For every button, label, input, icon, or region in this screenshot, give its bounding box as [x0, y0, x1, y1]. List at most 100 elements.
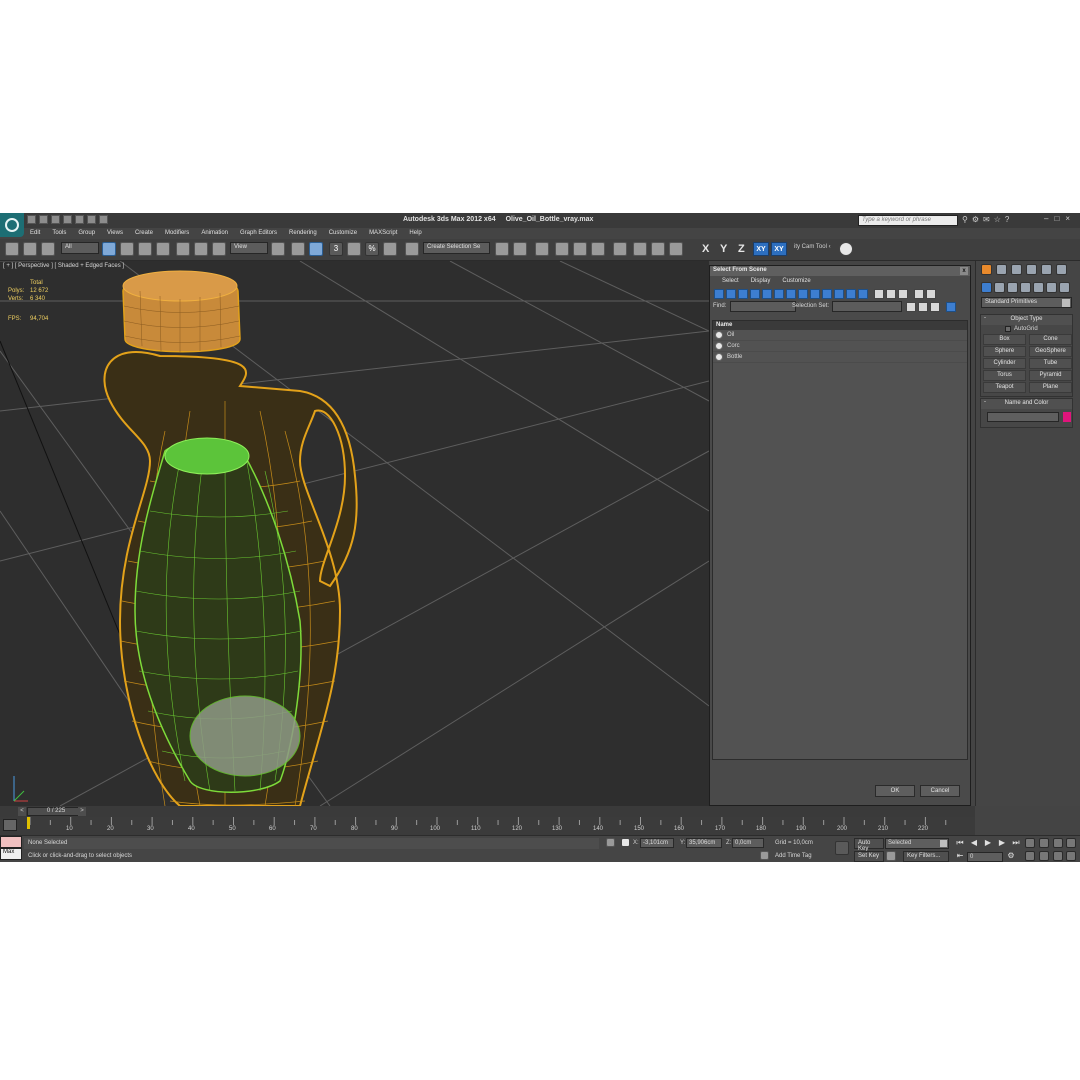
keyboard-shortcut-override-icon[interactable]: [309, 242, 323, 256]
render-setup-icon[interactable]: [633, 242, 647, 256]
modify-tab-icon[interactable]: [996, 264, 1007, 275]
dialog-menu-display[interactable]: Display: [745, 276, 777, 288]
display-geometry-icon[interactable]: [714, 289, 724, 299]
x-coord-field[interactable]: -3,101cm: [640, 838, 674, 848]
snaps-toggle-icon[interactable]: 3: [329, 242, 343, 256]
time-slider-thumb[interactable]: 0 / 225: [27, 807, 85, 816]
graphite-ribbon-icon[interactable]: [555, 242, 569, 256]
autogrid-checkbox[interactable]: AutoGrid: [981, 325, 1072, 333]
perspective-viewport[interactable]: [ + ] [ Perspective ] [ Shaded + Edged F…: [0, 261, 709, 806]
play-icon[interactable]: ▶: [983, 838, 993, 848]
set-key-button[interactable]: Set Key: [854, 851, 884, 862]
display-tab-icon[interactable]: [1041, 264, 1052, 275]
name-column-header[interactable]: Name: [713, 321, 967, 330]
pan-view-icon[interactable]: [1039, 851, 1049, 861]
select-and-manipulate-icon[interactable]: [291, 242, 305, 256]
bind-to-space-warp-icon[interactable]: [41, 242, 55, 256]
selection-filter-dropdown[interactable]: All: [61, 242, 99, 254]
curve-editor-icon[interactable]: [573, 242, 587, 256]
create-tab-icon[interactable]: [981, 264, 992, 275]
undo-icon[interactable]: [63, 215, 72, 224]
dialog-close-button[interactable]: x: [960, 267, 968, 275]
redo-icon[interactable]: [75, 215, 84, 224]
axis-y-button[interactable]: Y: [720, 243, 727, 255]
auto-key-button[interactable]: Auto Key: [854, 838, 884, 852]
z-coord-field[interactable]: 0,0cm: [732, 838, 764, 848]
default-in-out-tangents-icon[interactable]: [886, 851, 896, 861]
reference-coordinate-dropdown[interactable]: View: [230, 242, 268, 254]
open-file-icon[interactable]: [39, 215, 48, 224]
motion-tab-icon[interactable]: [1026, 264, 1037, 275]
current-frame-field[interactable]: 0: [967, 852, 1003, 862]
app-logo-icon[interactable]: [0, 213, 24, 237]
time-configuration-icon[interactable]: ⚙: [1006, 851, 1016, 861]
dialog-menu-select[interactable]: Select: [716, 276, 745, 288]
save-file-icon[interactable]: [51, 215, 60, 224]
track-bar[interactable]: 10 20 30 40 50 60 70 80 90 100 110 120 1…: [0, 817, 975, 835]
scene-object-list[interactable]: Name Oil Corc Bottle: [712, 320, 968, 760]
zoom-icon[interactable]: [1025, 838, 1035, 848]
display-groups-icon[interactable]: [786, 289, 796, 299]
minimize-icon[interactable]: –: [1044, 214, 1054, 223]
find-case-sensitive-icon[interactable]: [946, 302, 956, 312]
new-file-icon[interactable]: [27, 215, 36, 224]
time-slider-next-button[interactable]: >: [78, 807, 86, 816]
primitive-type-dropdown[interactable]: Standard Primitives: [981, 297, 1072, 308]
axis-x-button[interactable]: X: [702, 243, 709, 255]
edit-named-selection-icon[interactable]: [405, 242, 419, 256]
add-to-set-icon[interactable]: [918, 302, 928, 312]
box-button[interactable]: Box: [983, 334, 1026, 345]
listener-input[interactable]: Max: [0, 848, 22, 860]
sync-selection-icon[interactable]: [898, 289, 908, 299]
geometry-category-icon[interactable]: [981, 282, 992, 293]
zoom-extents-icon[interactable]: [1053, 838, 1063, 848]
time-slider[interactable]: < 0 / 225 >: [0, 806, 975, 817]
cylinder-button[interactable]: Cylinder: [983, 358, 1026, 369]
teapot-button[interactable]: Teapot: [983, 382, 1026, 393]
communication-center-icon[interactable]: ✉: [983, 215, 990, 224]
time-tag-icon[interactable]: [760, 851, 769, 860]
dialog-menu-customize[interactable]: Customize: [776, 276, 816, 288]
object-color-swatch[interactable]: [1063, 412, 1071, 422]
align-icon[interactable]: [513, 242, 527, 256]
display-hidden-icon[interactable]: [846, 289, 856, 299]
go-to-end-icon[interactable]: ⏭: [1011, 838, 1021, 848]
viewport-label[interactable]: [ + ] [ Perspective ] [ Shaded + Edged F…: [3, 263, 124, 269]
list-item[interactable]: Corc: [713, 341, 967, 352]
dialog-title-bar[interactable]: Select From Scene x: [710, 266, 970, 276]
axis-z-button[interactable]: Z: [738, 243, 745, 255]
sphere-button[interactable]: Sphere: [983, 346, 1026, 357]
key-filters-button[interactable]: Key Filters...: [903, 851, 949, 862]
select-object-icon[interactable]: [102, 242, 116, 256]
listener-output[interactable]: [0, 836, 22, 848]
mini-curve-editor-icon[interactable]: [3, 819, 17, 831]
render-production-icon[interactable]: [669, 242, 683, 256]
select-and-link-icon[interactable]: [5, 242, 19, 256]
zoom-all-icon[interactable]: [1039, 838, 1049, 848]
display-xrefs-icon[interactable]: [798, 289, 808, 299]
find-input[interactable]: [730, 301, 796, 312]
zoom-extents-all-icon[interactable]: [1066, 838, 1076, 848]
display-containers-icon[interactable]: [822, 289, 832, 299]
maximize-viewport-icon[interactable]: [1066, 851, 1076, 861]
maximize-icon[interactable]: □: [1054, 214, 1065, 223]
add-time-tag-button[interactable]: Add Time Tag: [775, 853, 812, 859]
schematic-view-icon[interactable]: [591, 242, 605, 256]
tube-button[interactable]: Tube: [1029, 358, 1072, 369]
pyramid-button[interactable]: Pyramid: [1029, 370, 1072, 381]
layer-manager-icon[interactable]: [535, 242, 549, 256]
field-of-view-icon[interactable]: [1025, 851, 1035, 861]
close-icon[interactable]: ×: [1065, 214, 1076, 223]
display-frozen-icon[interactable]: [834, 289, 844, 299]
named-selection-set-dropdown[interactable]: Create Selection Se: [423, 242, 490, 254]
help-icon[interactable]: ?: [1005, 215, 1009, 224]
display-space-warps-icon[interactable]: [774, 289, 784, 299]
angle-snap-icon[interactable]: [347, 242, 361, 256]
maxscript-mini-listener[interactable]: Max: [0, 836, 22, 862]
torus-button[interactable]: Torus: [983, 370, 1026, 381]
percent-snap-icon[interactable]: %: [365, 242, 379, 256]
display-bones-icon[interactable]: [810, 289, 820, 299]
helpers-category-icon[interactable]: [1033, 282, 1044, 293]
ok-button[interactable]: OK: [875, 785, 915, 797]
previous-frame-icon[interactable]: ◀: [969, 838, 979, 848]
